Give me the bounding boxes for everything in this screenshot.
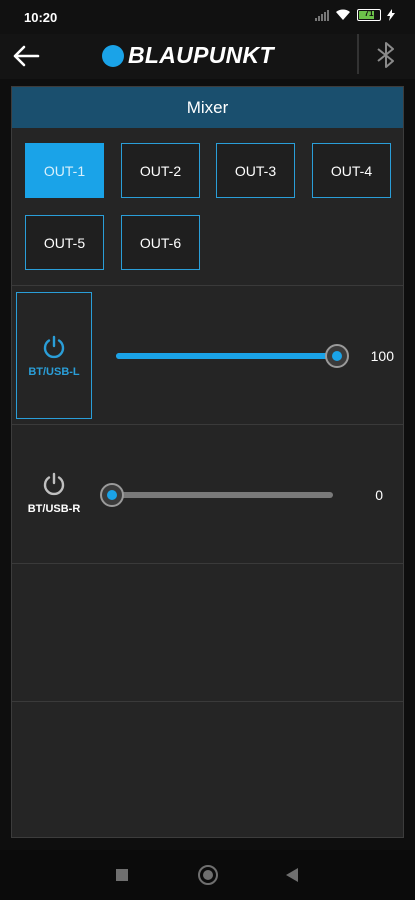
panel-title: Mixer xyxy=(12,87,403,128)
nav-back-icon[interactable] xyxy=(286,868,298,882)
status-icons: 71 xyxy=(315,9,395,21)
status-time: 10:20 xyxy=(24,10,58,25)
battery-level: 71 xyxy=(364,9,374,18)
channel-1-slider[interactable] xyxy=(116,344,349,368)
out-6-button[interactable]: OUT-6 xyxy=(121,215,200,270)
charging-icon xyxy=(387,9,395,21)
channel-bt-usb-r[interactable]: BT/USB-R xyxy=(16,433,92,553)
out-4-button[interactable]: OUT-4 xyxy=(312,143,391,198)
bluetooth-icon[interactable] xyxy=(369,38,403,72)
slider-thumb[interactable] xyxy=(100,483,124,507)
slider-track xyxy=(112,492,333,498)
channel-bt-usb-l[interactable]: BT/USB-L xyxy=(16,292,92,419)
slider-fill xyxy=(116,353,337,359)
row-divider xyxy=(12,701,403,702)
out-2-button[interactable]: OUT-2 xyxy=(121,143,200,198)
out-5-button[interactable]: OUT-5 xyxy=(25,215,104,270)
brand-dot-icon xyxy=(102,44,124,67)
out-1-button[interactable]: OUT-1 xyxy=(25,143,104,198)
row-divider xyxy=(12,563,403,564)
app-bar: BLAUPUNKT xyxy=(0,34,415,79)
status-bar: 10:20 71 xyxy=(0,0,415,34)
channel-2-slider[interactable] xyxy=(100,483,333,507)
row-divider xyxy=(12,285,403,286)
slider-thumb[interactable] xyxy=(325,344,349,368)
row-divider xyxy=(12,424,403,425)
brand-logo: BLAUPUNKT xyxy=(102,42,274,69)
channel-label: BT/USB-R xyxy=(27,503,81,515)
wifi-icon xyxy=(336,9,350,20)
recents-icon[interactable] xyxy=(116,869,128,881)
mixer-panel: Mixer OUT-1 OUT-2 OUT-3 OUT-4 OUT-5 OUT-… xyxy=(11,86,404,838)
back-arrow-icon[interactable] xyxy=(10,40,42,72)
out-3-button[interactable]: OUT-3 xyxy=(216,143,295,198)
app-bar-divider xyxy=(357,34,359,74)
home-icon[interactable] xyxy=(198,865,218,885)
channel-2-value: 0 xyxy=(375,487,383,503)
channel-label: BT/USB-L xyxy=(28,365,80,378)
channel-1-value: 100 xyxy=(370,348,394,364)
power-icon xyxy=(43,335,65,358)
power-icon xyxy=(43,472,65,496)
signal-icon xyxy=(315,9,329,21)
system-nav-bar xyxy=(0,850,415,900)
brand-name: BLAUPUNKT xyxy=(128,42,274,68)
battery-icon: 71 xyxy=(357,9,381,21)
